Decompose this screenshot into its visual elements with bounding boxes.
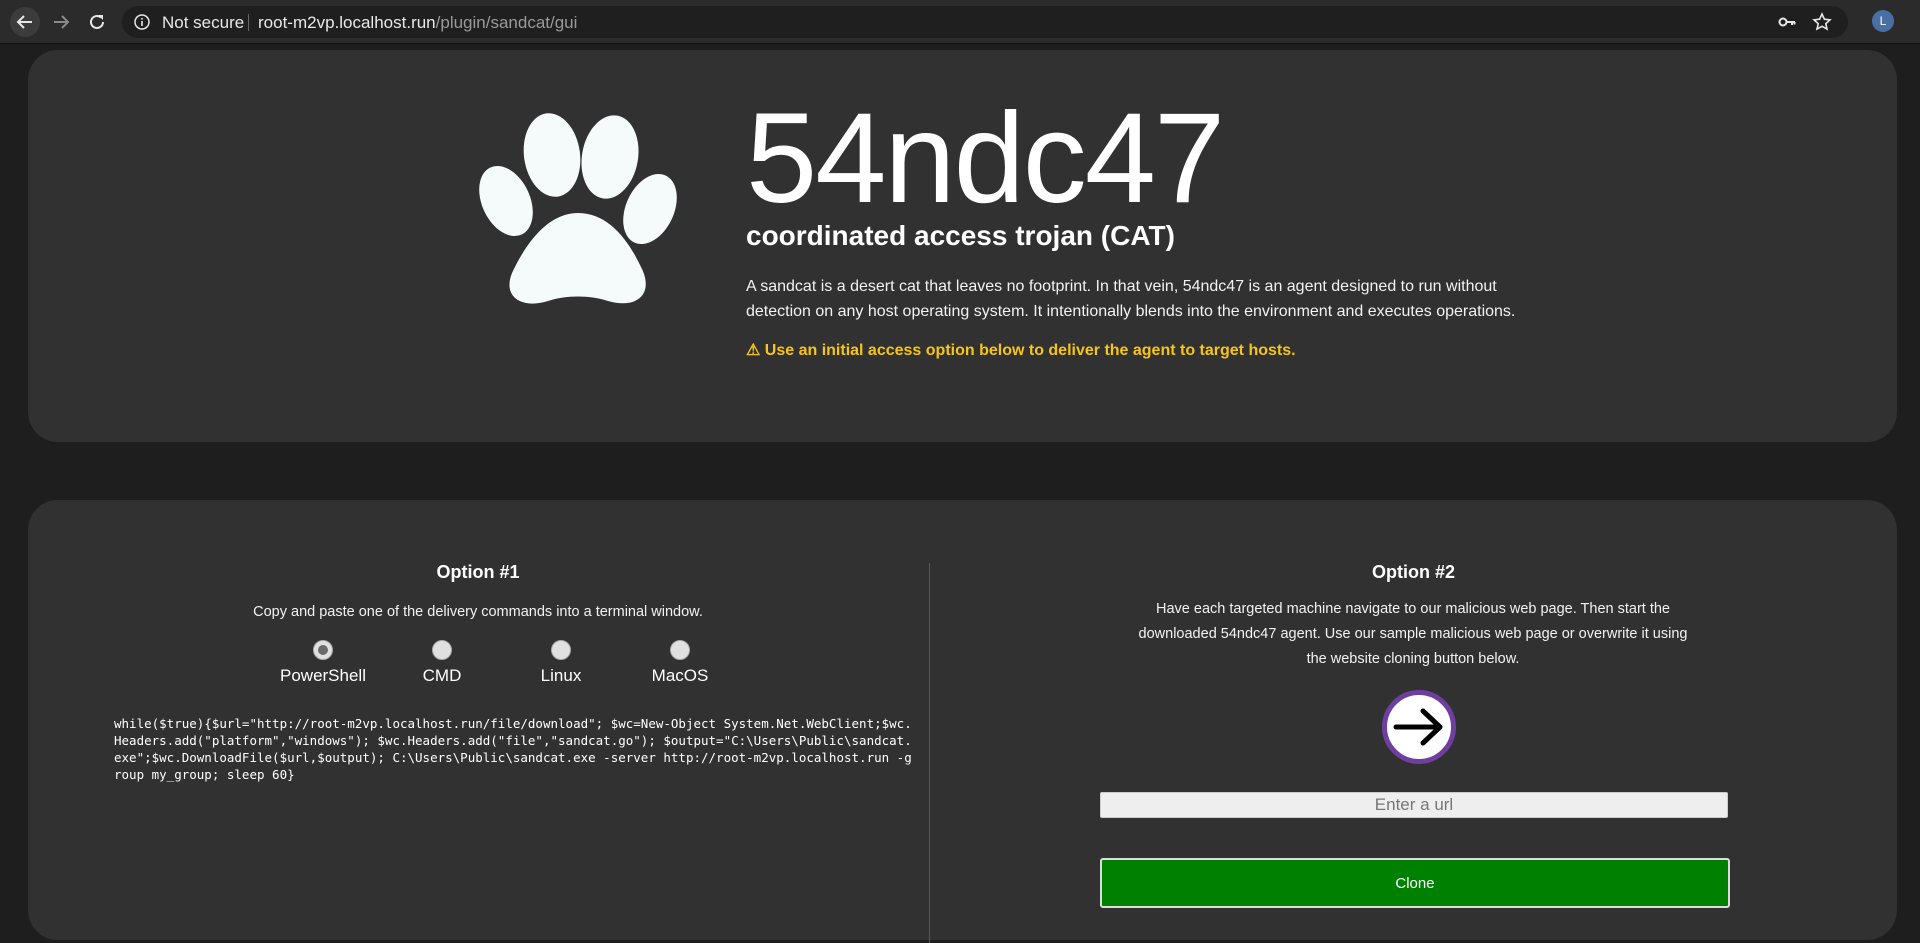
address-bar[interactable]: Not secure root-m2vp.localhost.run/plugi…: [122, 6, 1848, 38]
arrow-right-icon: [1393, 708, 1443, 746]
platform-powershell[interactable]: PowerShell: [268, 640, 378, 686]
warning-message: ⚠ Use an initial access option below to …: [746, 342, 1296, 359]
back-arrow-icon: [16, 15, 32, 29]
platform-macos[interactable]: MacOS: [625, 640, 735, 686]
hero-title: 54ndc47: [746, 87, 1225, 230]
platform-linux[interactable]: Linux: [506, 640, 616, 686]
back-button[interactable]: [10, 7, 40, 37]
url-host: root-m2vp.localhost.run: [258, 13, 436, 32]
browser-toolbar: Not secure root-m2vp.localhost.run/plugi…: [0, 0, 1920, 44]
url-text[interactable]: root-m2vp.localhost.run/plugin/sandcat/g…: [258, 13, 577, 33]
key-icon[interactable]: [1778, 14, 1796, 30]
delivery-command[interactable]: while($true){$url="http://root-m2vp.loca…: [114, 715, 914, 783]
platform-cmd[interactable]: CMD: [387, 640, 497, 686]
paw-icon: [479, 113, 677, 304]
platform-label: PowerShell: [280, 666, 366, 685]
forward-button[interactable]: [46, 7, 76, 37]
option-2-title: Option #2: [1371, 562, 1455, 582]
platform-macos-radio[interactable]: [670, 640, 690, 660]
security-label: Not secure: [162, 13, 245, 32]
platform-label: Linux: [540, 666, 582, 685]
forward-arrow-icon: [54, 15, 70, 29]
platform-label: CMD: [422, 666, 462, 685]
clone-button[interactable]: Clone: [1100, 858, 1730, 908]
profile-avatar[interactable]: L: [1872, 10, 1894, 32]
url-path: /plugin/sandcat/gui: [435, 13, 578, 32]
options-panel: Option #1 Copy and paste one of the deli…: [28, 500, 1897, 943]
platform-linux-radio[interactable]: [551, 640, 571, 660]
platform-powershell-radio[interactable]: [313, 640, 333, 660]
option-1-title: Option #1: [436, 562, 520, 582]
option-2-instructions: Have each targeted machine navigate to o…: [1138, 601, 1688, 667]
option-2-section: Option #2 Have each targeted machine nav…: [930, 500, 1897, 940]
platform-cmd-radio[interactable]: [432, 640, 452, 660]
hero-description: A sandcat is a desert cat that leaves no…: [746, 278, 1516, 320]
option-1-section: Option #1 Copy and paste one of the deli…: [28, 500, 928, 940]
option-1-instructions: Copy and paste one of the delivery comma…: [253, 604, 703, 620]
hero-subtitle: coordinated access trojan (CAT): [746, 220, 1175, 251]
platform-label: MacOS: [651, 666, 709, 685]
star-icon[interactable]: [1812, 12, 1832, 32]
navigate-button[interactable]: [1382, 690, 1456, 764]
info-icon[interactable]: [134, 14, 150, 30]
omnibox-separator: [248, 14, 249, 31]
platform-radio-group: PowerShell CMD Linux MacOS: [268, 640, 768, 690]
reload-button[interactable]: [82, 7, 112, 37]
reload-icon: [90, 14, 104, 29]
hero-panel: 54ndc47 coordinated access trojan (CAT) …: [28, 50, 1897, 442]
url-input[interactable]: [1100, 792, 1728, 818]
